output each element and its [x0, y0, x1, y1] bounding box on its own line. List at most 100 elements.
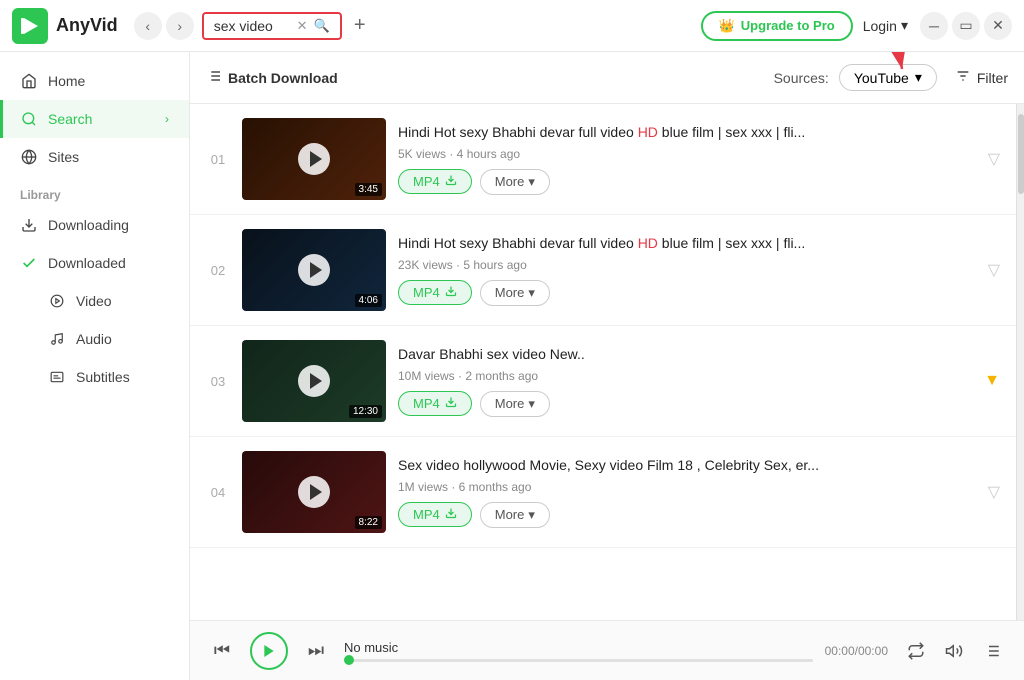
sidebar-item-sites[interactable]: Sites: [0, 138, 189, 176]
player-next-button[interactable]: ⏭: [300, 635, 332, 667]
sidebar-item-home[interactable]: Home: [0, 62, 189, 100]
mp4-download-button[interactable]: MP4: [398, 502, 472, 527]
result-thumbnail[interactable]: 4:06: [242, 229, 386, 311]
thumb-duration: 12:30: [349, 405, 382, 418]
minimize-button[interactable]: ─: [920, 12, 948, 40]
search-tab-text: sex video: [214, 18, 291, 34]
search-tab-search-icon[interactable]: 🔍: [314, 18, 330, 34]
scrollbar-track[interactable]: [1016, 104, 1024, 620]
sidebar-item-downloading[interactable]: Downloading: [0, 206, 189, 244]
downloaded-icon: [20, 254, 38, 272]
search-tab-close-button[interactable]: ✕: [297, 18, 308, 34]
more-button[interactable]: More ▾: [480, 280, 550, 306]
favorite-icon[interactable]: ▽: [988, 149, 1000, 169]
play-icon: [298, 476, 330, 508]
mp4-label: MP4: [413, 507, 440, 522]
add-tab-button[interactable]: +: [346, 12, 374, 40]
sources-label-text: Sources:: [774, 70, 829, 86]
batch-download-button[interactable]: Batch Download: [206, 68, 338, 87]
batch-icon: [206, 68, 222, 87]
maximize-button[interactable]: ▭: [952, 12, 980, 40]
result-title: Sex video hollywood Movie, Sexy video Fi…: [398, 456, 976, 476]
filter-icon: [955, 68, 971, 87]
more-button[interactable]: More ▾: [480, 169, 550, 195]
sources-value: YouTube: [854, 70, 909, 86]
favorite-icon[interactable]: ▽: [988, 482, 1000, 502]
mp4-download-button[interactable]: MP4: [398, 280, 472, 305]
result-actions: MP4 More ▾: [398, 280, 976, 306]
result-number: 03: [206, 374, 230, 389]
result-number: 04: [206, 485, 230, 500]
more-label: More: [495, 285, 525, 300]
search-icon: [20, 110, 38, 128]
result-thumbnail[interactable]: 3:45: [242, 118, 386, 200]
play-icon: [298, 143, 330, 175]
subtitles-icon: [48, 368, 66, 386]
result-item: 04 8:22 Sex video hollywood Movie, Sexy …: [190, 437, 1016, 548]
forward-button[interactable]: ›: [166, 12, 194, 40]
back-button[interactable]: ‹: [134, 12, 162, 40]
downloading-icon: [20, 216, 38, 234]
thumb-duration: 3:45: [355, 183, 382, 196]
result-actions: MP4 More ▾: [398, 502, 976, 528]
player-queue-button[interactable]: [976, 635, 1008, 667]
more-label: More: [495, 174, 525, 189]
mp4-download-button[interactable]: MP4: [398, 391, 472, 416]
login-button[interactable]: Login ▾: [863, 17, 908, 34]
video-label: Video: [76, 293, 112, 309]
more-label: More: [495, 507, 525, 522]
sidebar: Home Search › Sites Library: [0, 52, 190, 680]
main-layout: Home Search › Sites Library: [0, 52, 1024, 680]
scrollbar-thumb[interactable]: [1018, 114, 1024, 194]
results-list[interactable]: 01 3:45 Hindi Hot sexy Bhabhi devar full…: [190, 104, 1016, 620]
result-meta: 10M views · 2 months ago: [398, 369, 972, 383]
result-number: 01: [206, 152, 230, 167]
result-meta: 5K views · 4 hours ago: [398, 147, 976, 161]
player-time: 00:00/00:00: [825, 644, 888, 658]
result-thumbnail[interactable]: 8:22: [242, 451, 386, 533]
sidebar-item-subtitles[interactable]: Subtitles: [0, 358, 189, 396]
result-item: 01 3:45 Hindi Hot sexy Bhabhi devar full…: [190, 104, 1016, 215]
player-repeat-button[interactable]: [900, 635, 932, 667]
sidebar-item-audio[interactable]: Audio: [0, 320, 189, 358]
download-icon: [445, 285, 457, 300]
favorite-icon[interactable]: ▼: [984, 372, 1000, 390]
result-meta: 1M views · 6 months ago: [398, 480, 976, 494]
app-name: AnyVid: [56, 15, 118, 36]
more-button[interactable]: More ▾: [480, 502, 550, 528]
download-icon: [445, 507, 457, 522]
result-actions: MP4 More ▾: [398, 169, 976, 195]
upgrade-button[interactable]: 👑 Upgrade to Pro: [701, 11, 853, 41]
sources-dropdown[interactable]: YouTube ▾: [839, 64, 937, 91]
more-button[interactable]: More ▾: [480, 391, 550, 417]
library-section-label: Library: [0, 176, 189, 206]
mp4-download-button[interactable]: MP4: [398, 169, 472, 194]
result-thumbnail[interactable]: 12:30: [242, 340, 386, 422]
sidebar-item-search[interactable]: Search ›: [0, 100, 189, 138]
favorite-icon[interactable]: ▽: [988, 260, 1000, 280]
filter-button[interactable]: Filter: [955, 68, 1008, 87]
result-item: 02 4:06 Hindi Hot sexy Bhabhi devar full…: [190, 215, 1016, 326]
batch-download-label: Batch Download: [228, 70, 338, 86]
close-button[interactable]: ✕: [984, 12, 1012, 40]
upgrade-label: Upgrade to Pro: [741, 18, 835, 33]
audio-icon: [48, 330, 66, 348]
sources-container: YouTube ▾: [839, 64, 937, 91]
player-volume-button[interactable]: [938, 635, 970, 667]
highlighted-word: HD: [638, 124, 658, 140]
titlebar: AnyVid ‹ › sex video ✕ 🔍 + 👑 Upgrade to …: [0, 0, 1024, 52]
search-arrow-icon: ›: [165, 112, 169, 126]
mp4-label: MP4: [413, 396, 440, 411]
player-previous-button[interactable]: ⏮: [206, 635, 238, 667]
highlighted-word: HD: [638, 235, 658, 251]
player-info: No music: [344, 640, 813, 662]
player-progress[interactable]: [344, 659, 813, 662]
result-title: Hindi Hot sexy Bhabhi devar full video H…: [398, 123, 976, 143]
result-info: Sex video hollywood Movie, Sexy video Fi…: [398, 456, 976, 528]
play-icon: [298, 365, 330, 397]
sidebar-item-video[interactable]: Video: [0, 282, 189, 320]
sidebar-item-downloaded[interactable]: Downloaded: [0, 244, 189, 282]
logo-area: AnyVid: [12, 8, 118, 44]
home-icon: [20, 72, 38, 90]
player-play-button[interactable]: [250, 632, 288, 670]
